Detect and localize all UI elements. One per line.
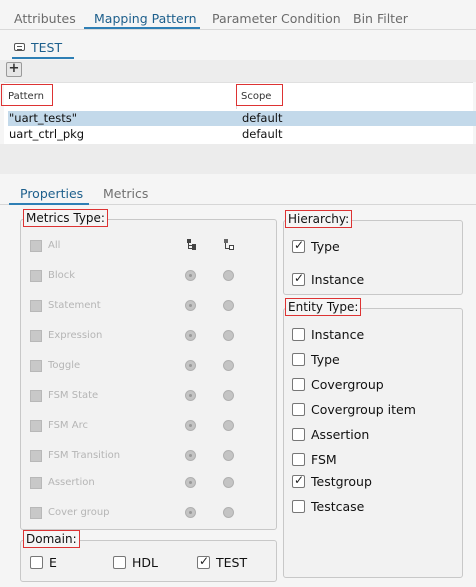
metric-label: FSM Transition [48,450,121,461]
hierarchy-legend: Hierarchy: [285,210,353,228]
hierarchy-type-label: Type [311,239,340,254]
flat-radio[interactable] [223,477,234,488]
metric-label: Toggle [48,360,81,371]
hierarchy-radio[interactable] [185,477,196,488]
entity-type-group [283,308,463,578]
flat-radio[interactable] [223,270,234,281]
tab-mapping-pattern[interactable]: Mapping Pattern [94,11,197,26]
metric-label: FSM State [48,390,99,401]
metric-label: Statement [48,300,101,311]
metric-label: Cover group [48,507,110,518]
add-pattern-button[interactable]: + [6,62,22,77]
entity-instance-label: Instance [311,327,365,342]
entity-fsm-checkbox[interactable] [292,453,305,466]
props-active-tab-indicator [9,203,89,205]
entity-testgroup-checkbox[interactable] [292,473,305,488]
hierarchy-radio[interactable] [185,360,196,371]
domain-legend: Domain: [23,530,80,548]
hierarchy-tree-icon [187,239,197,250]
hierarchy-radio[interactable] [185,300,196,311]
flat-radio[interactable] [223,300,234,311]
domain-e-checkbox[interactable] [30,556,43,569]
flat-radio[interactable] [223,330,234,341]
hierarchy-radio[interactable] [185,270,196,281]
flat-radio[interactable] [223,360,234,371]
top-tab-bar: Attributes Mapping Pattern Parameter Con… [0,0,476,34]
entity-testcase-checkbox[interactable] [292,500,305,513]
subtab-test[interactable]: TEST [14,40,62,58]
metric-label: All [48,240,61,251]
flat-radio[interactable] [223,507,234,518]
flat-tree-icon [224,239,234,250]
domain-hdl-label: HDL [132,555,158,570]
metric-checkbox[interactable] [30,477,42,489]
entity-covergroup-item-checkbox[interactable] [292,403,305,416]
tab-attributes[interactable]: Attributes [14,11,76,26]
metric-checkbox[interactable] [30,270,42,282]
metric-checkbox[interactable] [30,360,42,372]
hierarchy-radio[interactable] [185,390,196,401]
table-row[interactable]: "uart_tests" default [8,111,476,126]
metric-label: FSM Arc [48,420,88,431]
pattern-cell: "uart_tests" [9,111,77,125]
domain-test-label: TEST [216,555,248,570]
entity-instance-checkbox[interactable] [292,328,305,341]
metric-checkbox[interactable] [30,420,42,432]
scope-header-highlight [236,84,283,106]
scope-cell: default [242,127,283,141]
metric-label: Expression [48,330,103,341]
metric-label: Block [48,270,76,281]
metric-checkbox[interactable] [30,390,42,402]
subtab-test-label: TEST [31,40,63,55]
entity-covergroup-label: Covergroup [311,377,384,392]
entity-testcase-label: Testcase [311,499,365,514]
hierarchy-group [283,220,463,295]
scope-cell: default [242,111,283,125]
domain-e-label: E [49,555,57,570]
entity-type-label: Type [311,352,340,367]
entity-type-checkbox[interactable] [292,353,305,366]
test-icon [14,43,25,51]
hierarchy-type-checkbox[interactable] [292,238,305,253]
tab-properties[interactable]: Properties [20,186,83,201]
metric-checkbox[interactable] [30,240,42,252]
splitter-area [0,144,476,174]
metrics-type-legend: Metrics Type: [23,209,108,227]
entity-type-legend: Entity Type: [285,298,362,316]
hierarchy-instance-checkbox[interactable] [292,271,305,286]
hierarchy-radio[interactable] [185,420,196,431]
tab-metrics[interactable]: Metrics [103,186,148,201]
hierarchy-radio[interactable] [185,507,196,518]
subtab-indicator [12,57,74,59]
tab-bin-filter[interactable]: Bin Filter [353,11,408,26]
metric-label: Assertion [48,477,95,488]
hierarchy-instance-label: Instance [311,272,365,287]
entity-assertion-checkbox[interactable] [292,428,305,441]
flat-radio[interactable] [223,420,234,431]
flat-radio[interactable] [223,390,234,401]
metric-checkbox[interactable] [30,330,42,342]
entity-fsm-label: FSM [311,452,337,467]
entity-testgroup-label: Testgroup [311,474,372,489]
toolbar [0,60,476,82]
metric-checkbox[interactable] [30,507,42,519]
table-row[interactable]: uart_ctrl_pkg default [8,127,476,142]
entity-covergroup-checkbox[interactable] [292,378,305,391]
hierarchy-radio[interactable] [185,330,196,341]
flat-radio[interactable] [223,450,234,461]
metric-checkbox[interactable] [30,450,42,462]
tab-parameter-condition[interactable]: Parameter Condition [212,11,341,26]
domain-test-checkbox[interactable] [197,554,210,569]
pattern-header-highlight [1,84,53,106]
entity-covergroup-item-label: Covergroup item [311,402,416,417]
hierarchy-radio[interactable] [185,450,196,461]
tab-divider [0,29,476,30]
entity-assertion-label: Assertion [311,427,370,442]
active-tab-indicator [84,27,200,29]
metric-checkbox[interactable] [30,300,42,312]
pattern-cell: uart_ctrl_pkg [9,127,85,141]
domain-hdl-checkbox[interactable] [113,556,126,569]
pattern-table: Pattern Scope "uart_tests" default uart_… [1,82,476,144]
